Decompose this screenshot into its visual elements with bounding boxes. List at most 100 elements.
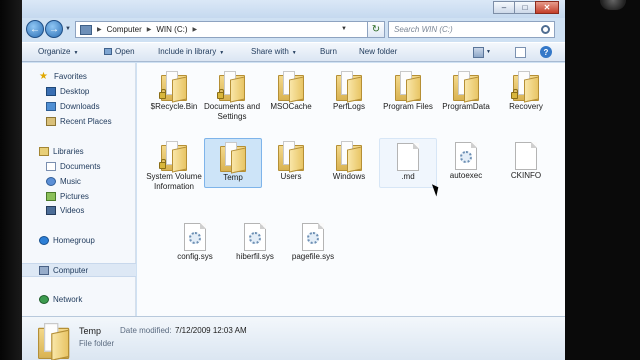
search-placeholder: Search WIN (C:) (394, 25, 453, 34)
file-item[interactable]: hiberfil.sys (226, 219, 284, 262)
preview-pane-icon[interactable] (515, 47, 526, 58)
homegroup-icon (39, 236, 49, 245)
back-button[interactable]: ← (26, 20, 44, 38)
explorer-window: – □ ✕ ← → ▼ ▶ Computer ▶ WIN (C:) ▶ ▼ ↻ … (22, 0, 565, 360)
folder-item[interactable]: ProgramData (437, 68, 495, 112)
selected-folder-item[interactable]: Temp (204, 138, 262, 188)
chevron-down-icon: ▼ (73, 50, 79, 56)
nav-downloads[interactable]: Downloads (46, 100, 100, 113)
search-box[interactable]: Search WIN (C:) (388, 21, 555, 38)
downloads-icon (46, 102, 56, 111)
share-with-button[interactable]: Share with ▼ (251, 47, 297, 56)
folder-icon (453, 71, 479, 103)
libraries-icon (39, 147, 49, 156)
chevron-down-icon[interactable]: ▼ (486, 49, 491, 55)
help-icon[interactable]: ? (540, 46, 552, 58)
item-label: pagefile.sys (291, 252, 335, 261)
folder-item[interactable]: $Recycle.Bin (145, 68, 203, 112)
address-bar[interactable]: ▶ Computer ▶ WIN (C:) ▶ ▼ (75, 21, 368, 38)
nav-libraries[interactable]: Libraries (39, 145, 84, 158)
folder-icon (220, 142, 246, 174)
computer-icon (80, 24, 92, 35)
organize-button[interactable]: Organize ▼ (38, 47, 78, 56)
nav-documents[interactable]: Documents (46, 160, 100, 173)
details-modified-label: Date modified: (120, 326, 172, 335)
nav-network[interactable]: Network (39, 293, 82, 306)
nav-homegroup[interactable]: Homegroup (39, 234, 95, 247)
file-item[interactable]: pagefile.sys (284, 219, 342, 262)
item-label: Windows (332, 172, 366, 181)
nav-label: Computer (53, 266, 89, 275)
item-label: ProgramData (442, 102, 490, 111)
burn-button[interactable]: Burn (320, 47, 337, 56)
window-controls: – □ ✕ (493, 1, 559, 14)
mouse-pointer-icon (431, 182, 442, 197)
folder-item[interactable]: Documents and Settings (203, 68, 261, 122)
item-label: Documents and Settings (203, 102, 261, 121)
folder-item[interactable]: Windows (320, 138, 378, 182)
forward-button[interactable]: → (45, 20, 63, 38)
system-file-icon (302, 223, 324, 251)
details-modified-value: 7/12/2009 12:03 AM (175, 326, 247, 335)
folder-item[interactable]: Program Files (379, 68, 437, 112)
locked-folder-icon (217, 71, 245, 103)
minimize-button[interactable]: – (493, 1, 515, 14)
nav-recent-places[interactable]: Recent Places (46, 115, 112, 128)
folder-item[interactable]: Users (262, 138, 320, 182)
nav-music[interactable]: Music (46, 175, 81, 188)
chevron-right-icon[interactable]: ▶ (192, 26, 197, 33)
nav-label: Network (53, 295, 83, 304)
arrow-left-icon: ← (30, 23, 40, 35)
nav-videos[interactable]: Videos (46, 204, 84, 217)
recent-pages-dropdown[interactable]: ▼ (65, 26, 71, 32)
address-dropdown-icon[interactable]: ▼ (341, 26, 347, 32)
maximize-button[interactable]: □ (514, 1, 536, 14)
file-item[interactable]: .md (379, 138, 437, 188)
open-label: Open (115, 47, 135, 56)
folder-item[interactable]: System Volume Information (145, 138, 203, 192)
item-label: Temp (223, 173, 243, 182)
folder-icon (278, 141, 304, 173)
nav-pictures[interactable]: Pictures (46, 190, 89, 203)
chevron-right-icon[interactable]: ▶ (97, 26, 102, 33)
nav-label: Libraries (53, 147, 84, 156)
desktop-icon (46, 87, 56, 96)
nav-desktop[interactable]: Desktop (46, 85, 89, 98)
share-with-label: Share with (251, 47, 289, 56)
folder-icon (278, 71, 304, 103)
system-file-icon (455, 142, 477, 170)
close-button[interactable]: ✕ (535, 1, 559, 14)
item-label: Program Files (383, 102, 433, 111)
file-list: $Recycle.Bin Documents and Settings MSOC… (137, 63, 565, 316)
refresh-button[interactable]: ↻ (367, 21, 385, 38)
nav-label: Favorites (54, 72, 87, 81)
command-bar: Organize ▼ Open Include in library ▼ Share… (22, 42, 565, 62)
new-folder-button[interactable]: New folder (359, 47, 397, 56)
breadcrumb-computer[interactable]: Computer (107, 25, 142, 34)
folder-item[interactable]: Recovery (497, 68, 555, 112)
item-label: Recovery (509, 102, 543, 111)
chevron-down-icon: ▼ (291, 50, 297, 56)
open-icon (104, 48, 112, 55)
file-icon (397, 143, 419, 171)
item-label: Users (280, 172, 302, 181)
nav-computer[interactable]: Computer (39, 264, 88, 277)
title-bar[interactable]: – □ ✕ (22, 0, 565, 18)
file-item[interactable]: autoexec (437, 138, 495, 181)
folder-item[interactable]: MSOCache (262, 68, 320, 112)
file-item[interactable]: config.sys (166, 219, 224, 262)
change-view-icon[interactable] (473, 47, 484, 58)
include-in-library-button[interactable]: Include in library ▼ (158, 47, 224, 56)
file-item[interactable]: CKINFO (497, 138, 555, 181)
breadcrumb-drive[interactable]: WIN (C:) (156, 25, 187, 34)
navigation-bar: ← → ▼ ▶ Computer ▶ WIN (C:) ▶ ▼ ↻ Search… (22, 18, 565, 40)
folder-item[interactable]: PerfLogs (320, 68, 378, 112)
nav-favorites[interactable]: ★ Favorites (39, 70, 87, 83)
locked-folder-icon (511, 71, 539, 103)
item-label: MSOCache (270, 102, 312, 111)
include-in-library-label: Include in library (158, 47, 217, 56)
open-button[interactable]: Open (104, 47, 135, 56)
item-label: CKINFO (510, 171, 542, 180)
chevron-right-icon[interactable]: ▶ (147, 26, 152, 33)
nav-label: Music (60, 177, 81, 186)
